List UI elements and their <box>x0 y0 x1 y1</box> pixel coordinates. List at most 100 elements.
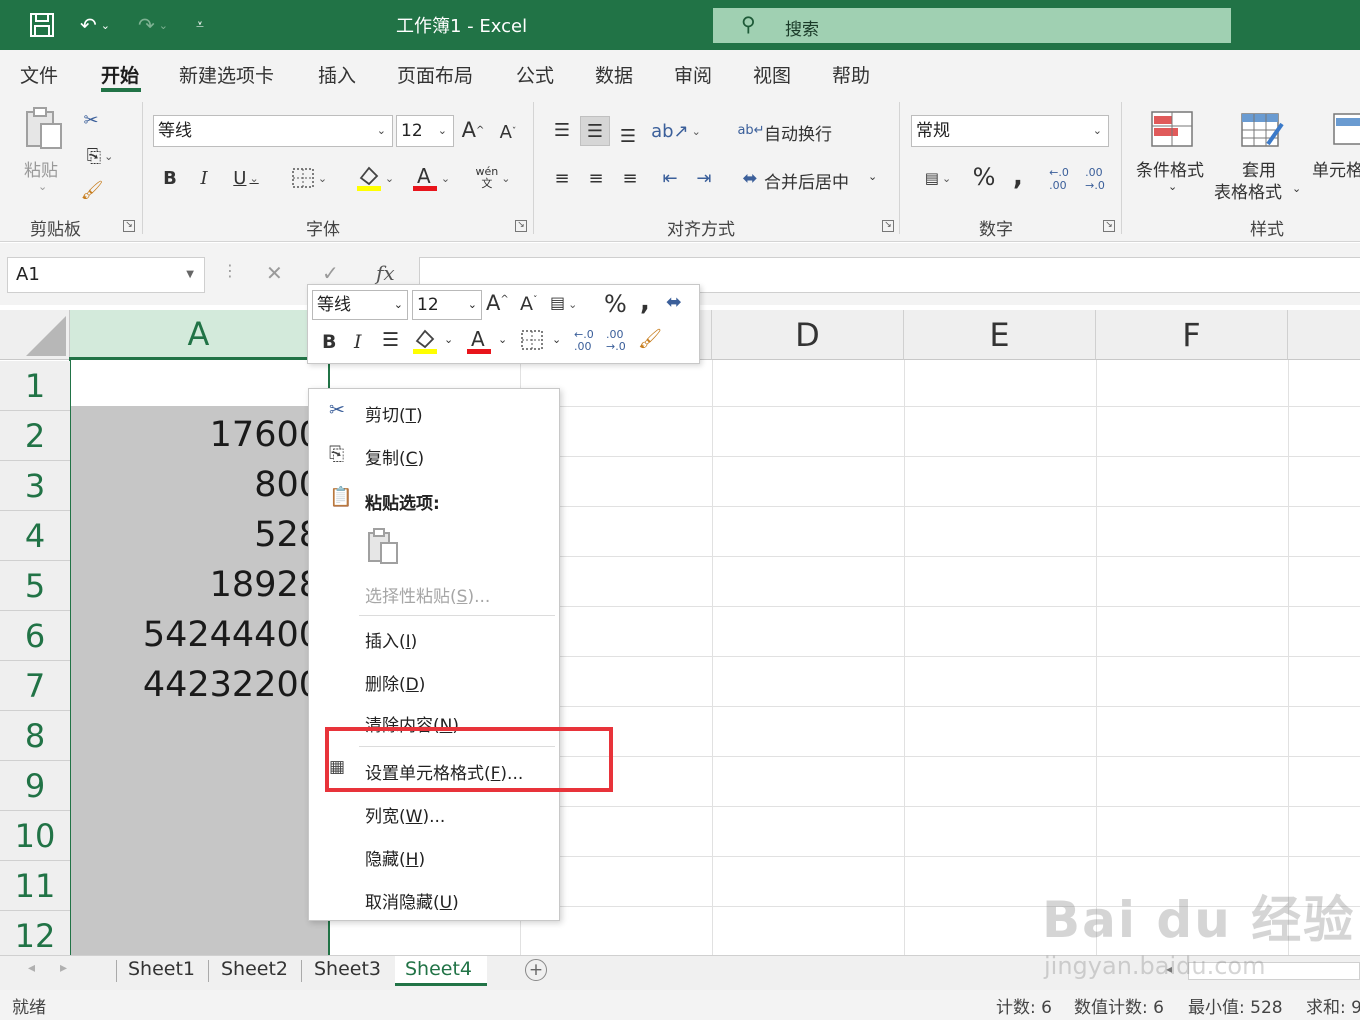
row-header-10[interactable]: 10 <box>0 811 70 861</box>
sheet-tab-3[interactable]: Sheet3 <box>304 956 391 986</box>
name-box[interactable]: A1 ▼ <box>7 257 205 293</box>
conditional-dropdown-icon[interactable]: ⌄ <box>1168 180 1177 193</box>
paste-label[interactable]: 粘贴 <box>24 156 58 181</box>
sheet-tab-1[interactable]: Sheet1 <box>118 956 205 986</box>
accounting-format-icon[interactable]: ▤ ⌄ <box>914 164 962 192</box>
increase-decimal-icon[interactable]: ←.0.00 <box>1044 164 1074 194</box>
percent-icon[interactable]: % <box>968 162 1000 192</box>
tab-file[interactable]: 文件 <box>20 61 58 88</box>
column-header-e[interactable]: E <box>904 310 1096 360</box>
tab-home[interactable]: 开始 <box>101 61 139 88</box>
cell-styles-icon[interactable] <box>1330 108 1360 152</box>
row-header-7[interactable]: 7 <box>0 661 70 711</box>
mini-borders-dropdown-icon[interactable]: ⌄ <box>552 333 561 346</box>
align-bottom-icon[interactable]: ☰ <box>614 122 642 150</box>
cell-a6[interactable]: 54244400 <box>71 608 321 658</box>
bold-icon[interactable]: B <box>158 164 182 192</box>
wrap-text-label[interactable]: 自动换行 <box>764 120 832 145</box>
increase-indent-icon[interactable]: ⇥ <box>690 164 718 192</box>
decrease-indent-icon[interactable]: ⇤ <box>656 164 684 192</box>
italic-icon[interactable]: I <box>192 164 216 192</box>
mini-align-center-icon[interactable]: ☰ <box>382 329 399 351</box>
decrease-decimal-icon[interactable]: .00 →.0 <box>1080 164 1110 194</box>
sheet-tab-2[interactable]: Sheet2 <box>211 956 298 986</box>
mini-merge-center-icon[interactable]: ⬌ <box>666 291 682 313</box>
align-middle-icon[interactable]: ☰ <box>580 116 610 146</box>
column-header-d[interactable]: D <box>712 310 904 360</box>
tab-formulas[interactable]: 公式 <box>516 61 554 88</box>
menu-item-hide[interactable]: 隐藏(H) <box>365 845 425 870</box>
mini-comma-style-icon[interactable]: , <box>640 287 650 317</box>
font-color-icon[interactable]: A ⌄ <box>406 162 456 194</box>
tab-data[interactable]: 数据 <box>595 61 633 88</box>
tab-help[interactable]: 帮助 <box>832 61 870 88</box>
mini-fill-color-icon[interactable] <box>412 327 438 360</box>
row-header-8[interactable]: 8 <box>0 711 70 761</box>
row-header-9[interactable]: 9 <box>0 761 70 811</box>
enter-icon[interactable]: ✓ <box>322 261 339 285</box>
mini-bold-icon[interactable]: B <box>322 331 336 353</box>
format-table-dropdown-icon[interactable]: ⌄ <box>1292 182 1301 195</box>
align-left-icon[interactable]: ≡ <box>548 164 576 192</box>
row-header-4[interactable]: 4 <box>0 511 70 561</box>
column-header-f[interactable]: F <box>1096 310 1288 360</box>
menu-item-unhide[interactable]: 取消隐藏(U) <box>365 888 459 913</box>
horizontal-scrollbar[interactable] <box>1188 962 1360 980</box>
paste-icon[interactable] <box>22 106 66 152</box>
column-header-a[interactable]: A <box>70 310 328 360</box>
decrease-font-icon[interactable]: Aˇ <box>494 118 522 146</box>
underline-icon[interactable]: U ⌄ <box>224 164 268 192</box>
menu-item-copy[interactable]: 复制(C) <box>365 444 424 469</box>
merge-center-label[interactable]: 合并后居中 <box>764 168 849 193</box>
cell-a2[interactable]: 17600 <box>71 408 321 458</box>
paste-option-button[interactable] <box>365 527 401 567</box>
cell-styles-label[interactable]: 单元格 <box>1312 156 1360 181</box>
column-header-g[interactable] <box>1288 310 1360 360</box>
customize-toolbar-icon[interactable]: ⩡ <box>188 10 212 40</box>
menu-item-cut[interactable]: 剪切(T) <box>365 401 423 426</box>
menu-item-column-width[interactable]: 列宽(W)... <box>365 802 445 827</box>
add-sheet-icon[interactable]: + <box>525 959 547 981</box>
increase-font-icon[interactable]: A ^ <box>458 116 488 144</box>
mini-decrease-decimal-icon[interactable]: .00 →.0 <box>606 329 626 353</box>
cancel-icon[interactable]: ✕ <box>266 261 283 285</box>
row-header-12[interactable]: 12 <box>0 911 70 955</box>
conditional-format-label[interactable]: 条件格式 <box>1136 156 1204 181</box>
phonetic-icon[interactable]: wén 文 ⌄ <box>468 162 518 194</box>
copy-icon[interactable]: ⎘ ⌄ <box>76 142 124 170</box>
number-launcher-icon[interactable]: ↘ <box>1103 220 1115 232</box>
mini-font-color-dropdown-icon[interactable]: ⌄ <box>498 333 507 346</box>
insert-function-icon[interactable]: fx <box>376 261 395 285</box>
cell-a5[interactable]: 18928 <box>71 558 321 608</box>
fill-color-icon[interactable]: ⌄ <box>350 162 400 194</box>
align-top-icon[interactable]: ☰ <box>548 116 576 144</box>
tab-review[interactable]: 审阅 <box>674 61 712 88</box>
align-right-icon[interactable]: ≡ <box>616 164 644 192</box>
mini-increase-decimal-icon[interactable]: ←.0.00 <box>574 329 594 353</box>
cell-a7[interactable]: 44232200 <box>71 658 321 708</box>
scroll-left-icon[interactable]: ◂ <box>28 960 35 976</box>
search-box[interactable]: ⚲ 搜索 <box>713 8 1231 43</box>
mini-percent-icon[interactable]: % <box>604 290 627 318</box>
save-icon[interactable] <box>26 10 58 40</box>
borders-icon[interactable]: ⌄ <box>284 164 334 192</box>
merge-dropdown-icon[interactable]: ⌄ <box>868 170 877 183</box>
row-header-6[interactable]: 6 <box>0 611 70 661</box>
mini-format-painter-icon[interactable]: 🖌 <box>638 327 662 350</box>
row-header-3[interactable]: 3 <box>0 461 70 511</box>
mini-font-name-combo[interactable]: 等线 ⌄ <box>312 290 408 320</box>
mini-italic-icon[interactable]: I <box>354 331 362 353</box>
menu-item-insert[interactable]: 插入(I) <box>365 627 417 652</box>
alignment-launcher-icon[interactable]: ↘ <box>882 220 894 232</box>
row-header-2[interactable]: 2 <box>0 411 70 461</box>
worksheet-grid[interactable]: A B C D E F 1 2 3 4 5 6 7 8 9 10 11 12 1… <box>0 305 1360 955</box>
font-launcher-icon[interactable]: ↘ <box>515 220 527 232</box>
mini-accounting-format-icon[interactable]: ▤ ⌄ <box>550 293 577 312</box>
merge-center-icon[interactable]: ⬌ <box>736 164 764 192</box>
tab-new[interactable]: 新建选项卡 <box>179 61 274 88</box>
scroll-right-icon[interactable]: ▸ <box>60 960 67 976</box>
mini-borders-icon[interactable] <box>520 329 544 356</box>
cell-a4[interactable]: 528 <box>71 508 321 558</box>
undo-icon[interactable]: ↶ ⌄ <box>70 10 120 40</box>
select-all-button[interactable] <box>0 310 70 360</box>
